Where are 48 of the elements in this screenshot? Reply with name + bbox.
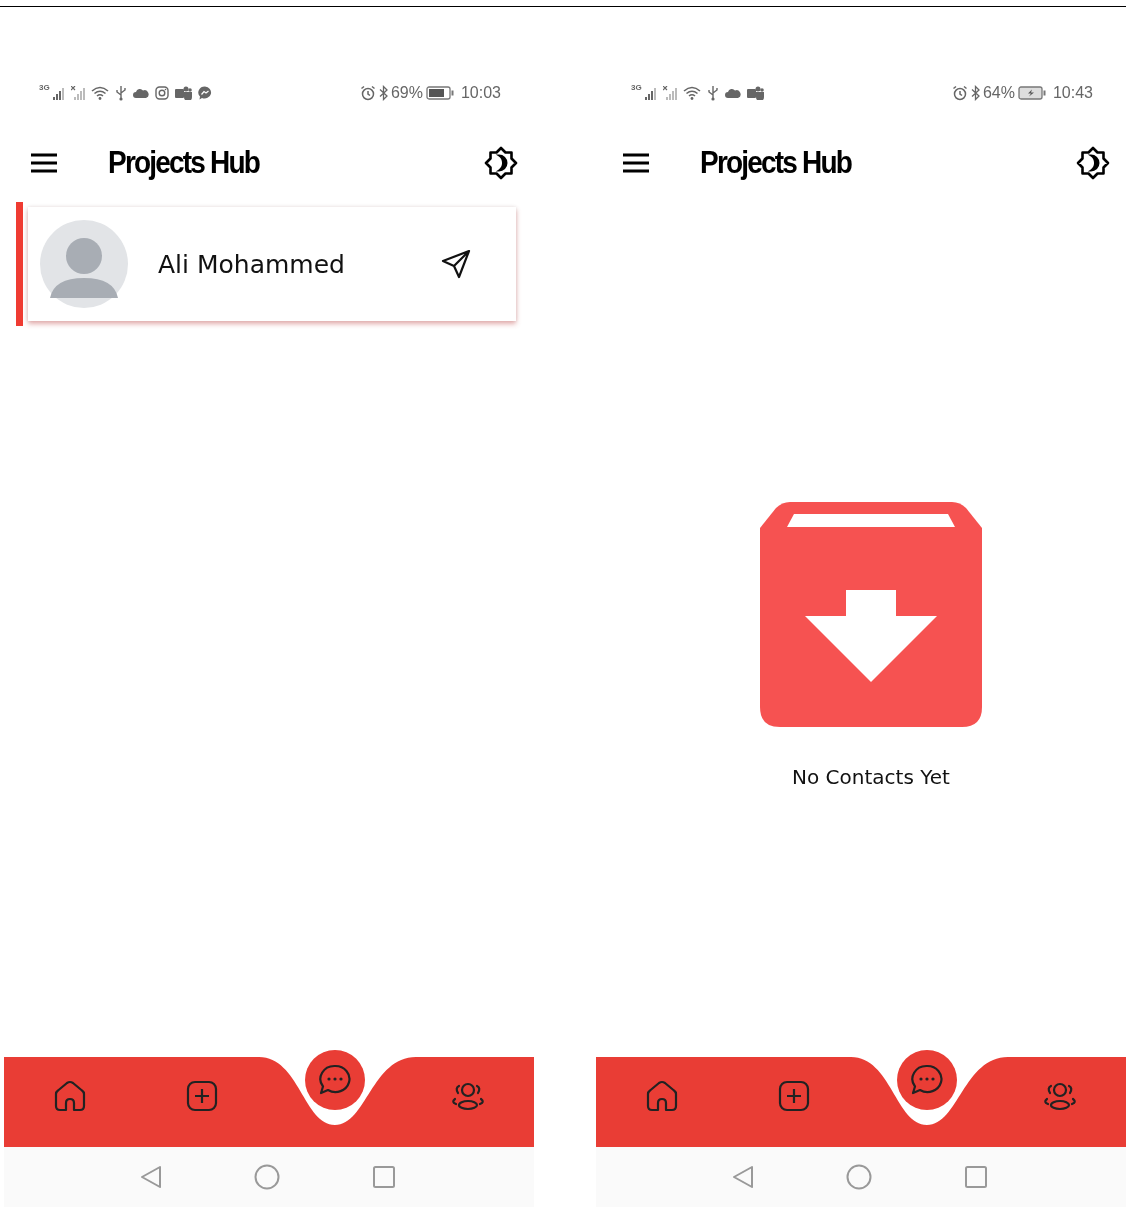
recent-apps-button[interactable]: [372, 1165, 396, 1189]
network-type: 3G: [39, 83, 50, 92]
cloud-icon: [132, 88, 149, 98]
menu-button[interactable]: [622, 153, 650, 173]
cloud-icon: [724, 88, 741, 98]
usb-icon: [706, 85, 719, 101]
contact-card[interactable]: Ali Mohammed: [28, 207, 516, 321]
clock-time: 10:43: [1052, 84, 1093, 102]
clock-time: 10:03: [460, 84, 501, 102]
chat-button[interactable]: [897, 1050, 957, 1110]
alarm-clock-icon: [951, 85, 968, 101]
theme-toggle-button[interactable]: [1076, 146, 1110, 180]
add-project-tab[interactable]: [186, 1080, 218, 1112]
usb-icon: [114, 85, 127, 101]
camera-icon: [154, 86, 169, 100]
app-title: Projects Hub: [108, 144, 261, 182]
app-title: Projects Hub: [700, 144, 853, 182]
bluetooth-icon: [970, 85, 980, 101]
alarm-clock-icon: [359, 85, 376, 101]
home-tab[interactable]: [53, 1080, 87, 1112]
home-button[interactable]: [846, 1164, 872, 1190]
network-type: 3G: [631, 83, 642, 92]
chat-bubble-icon: [197, 86, 212, 100]
no-signal-icon: [662, 86, 677, 100]
wifi-icon: [682, 86, 701, 100]
send-button[interactable]: [440, 248, 472, 280]
bluetooth-icon: [378, 85, 388, 101]
menu-button[interactable]: [30, 153, 58, 173]
home-button[interactable]: [254, 1164, 280, 1190]
chat-button[interactable]: [305, 1050, 365, 1110]
battery-percentage: 64%: [982, 84, 1015, 102]
theme-toggle-button[interactable]: [484, 146, 518, 180]
chat-bubble-icon: [910, 1063, 944, 1097]
people-tab[interactable]: [450, 1081, 486, 1111]
avatar-icon: [40, 220, 128, 308]
empty-state-message: No Contacts Yet: [792, 765, 950, 789]
people-tab[interactable]: [1042, 1081, 1078, 1111]
add-project-tab[interactable]: [778, 1080, 810, 1112]
download-box-icon: [760, 502, 982, 727]
back-button[interactable]: [140, 1165, 162, 1189]
back-button[interactable]: [732, 1165, 754, 1189]
home-tab[interactable]: [645, 1080, 679, 1112]
contact-name: Ali Mohammed: [158, 249, 346, 279]
wifi-icon: [90, 86, 109, 100]
chat-bubble-icon: [318, 1063, 352, 1097]
battery-percentage: 69%: [390, 84, 423, 102]
no-signal-icon: [70, 86, 85, 100]
recent-apps-button[interactable]: [964, 1165, 988, 1189]
